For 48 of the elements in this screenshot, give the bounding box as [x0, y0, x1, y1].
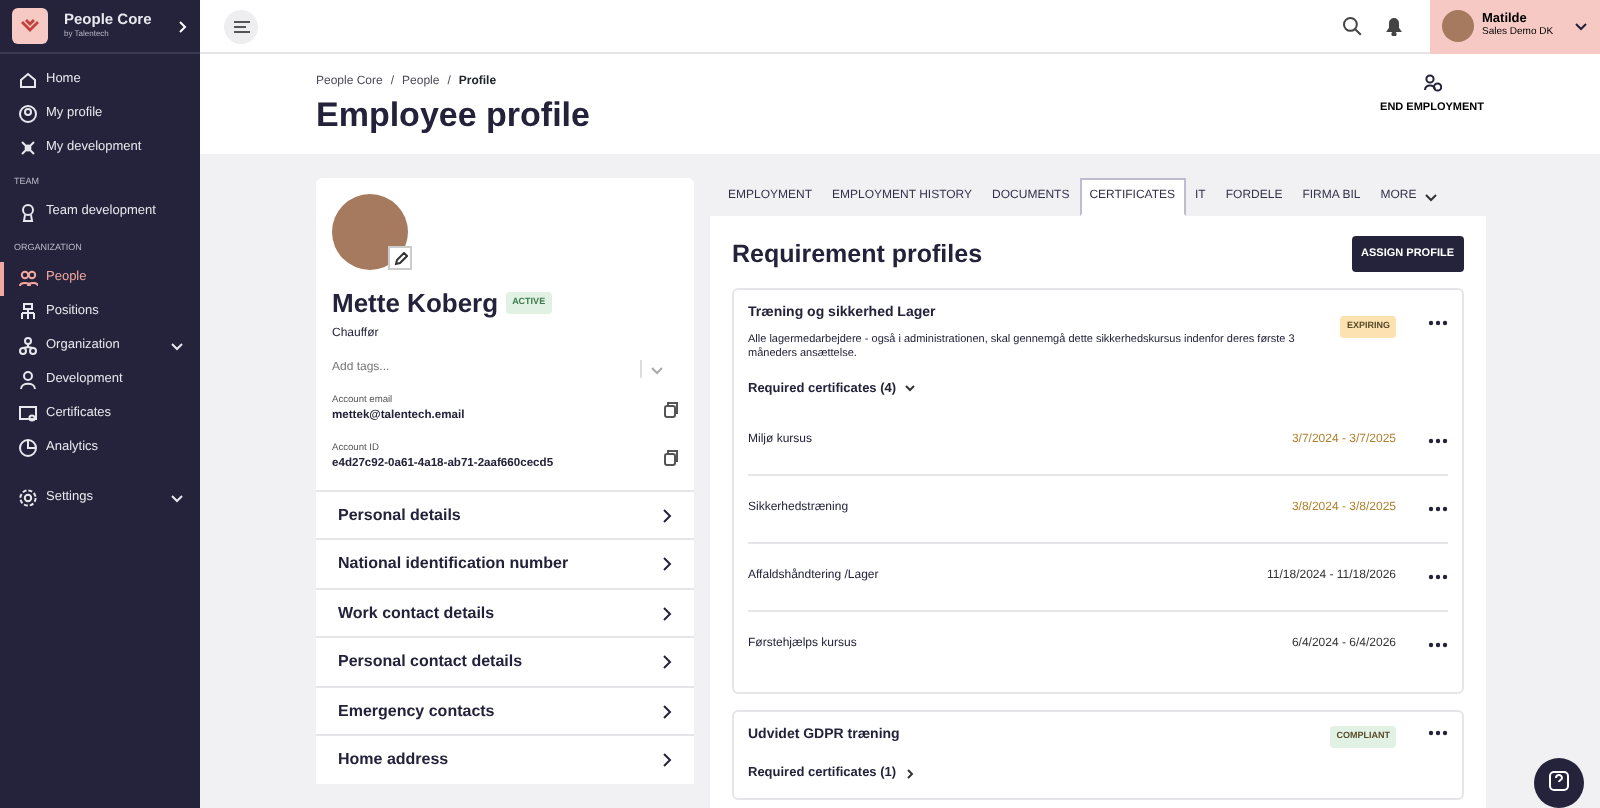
more-icon[interactable] [1428, 320, 1448, 327]
home-icon [18, 69, 38, 89]
chevron-right-icon[interactable] [178, 19, 188, 33]
profile-section-link[interactable]: National identification number [316, 538, 694, 588]
chevron-down-icon [1572, 18, 1588, 34]
help-button[interactable] [1534, 757, 1584, 808]
avatar-placeholder [1442, 10, 1474, 42]
more-icon[interactable] [1428, 574, 1448, 581]
more-icon[interactable] [1428, 506, 1448, 513]
page-title: Employee profile [316, 98, 592, 136]
menu-icon [233, 19, 249, 33]
chevron-down-icon [904, 382, 917, 395]
profile-section-link[interactable]: Home address [316, 734, 694, 784]
people-icon [18, 268, 38, 288]
employee-name: Mette Koberg [332, 287, 499, 319]
profile-section-link[interactable]: Personal details [316, 489, 694, 539]
hierarchy-icon [18, 302, 38, 322]
profile-section-link[interactable]: Personal contact details [316, 636, 694, 686]
chevron-right-icon [662, 703, 672, 720]
menu-button[interactable] [224, 9, 258, 43]
person-icon [18, 370, 38, 390]
gear-icon [18, 488, 38, 508]
copy-icon[interactable] [664, 449, 678, 466]
chevron-right-icon [662, 654, 672, 671]
user-circle-icon [18, 103, 38, 123]
more-icon[interactable] [1428, 437, 1448, 444]
bell-icon[interactable] [1386, 16, 1402, 36]
nodes-icon [18, 137, 38, 157]
profile-section-link[interactable]: Work contact details [316, 587, 694, 637]
photo-placeholder [332, 194, 408, 270]
certificate-icon [18, 404, 38, 424]
chevron-right-icon [662, 556, 672, 573]
org-chart-icon [18, 336, 38, 356]
copy-icon[interactable] [664, 402, 678, 419]
pie-chart-icon [18, 438, 38, 458]
chevron-right-icon [662, 605, 672, 622]
chevron-right-icon [904, 767, 917, 780]
edit-photo-button[interactable] [388, 246, 412, 270]
logo-icon [12, 8, 48, 44]
search-icon[interactable] [1342, 16, 1362, 36]
more-icon[interactable] [1428, 730, 1448, 737]
chevron-right-icon [662, 752, 672, 769]
profile-section-link[interactable]: Emergency contacts [316, 685, 694, 735]
help-icon [1547, 770, 1571, 795]
chevron-right-icon [662, 507, 672, 524]
chevron-down-icon [1424, 191, 1439, 203]
section-title: Requirement profiles [732, 239, 983, 270]
more-icon[interactable] [1428, 642, 1448, 649]
